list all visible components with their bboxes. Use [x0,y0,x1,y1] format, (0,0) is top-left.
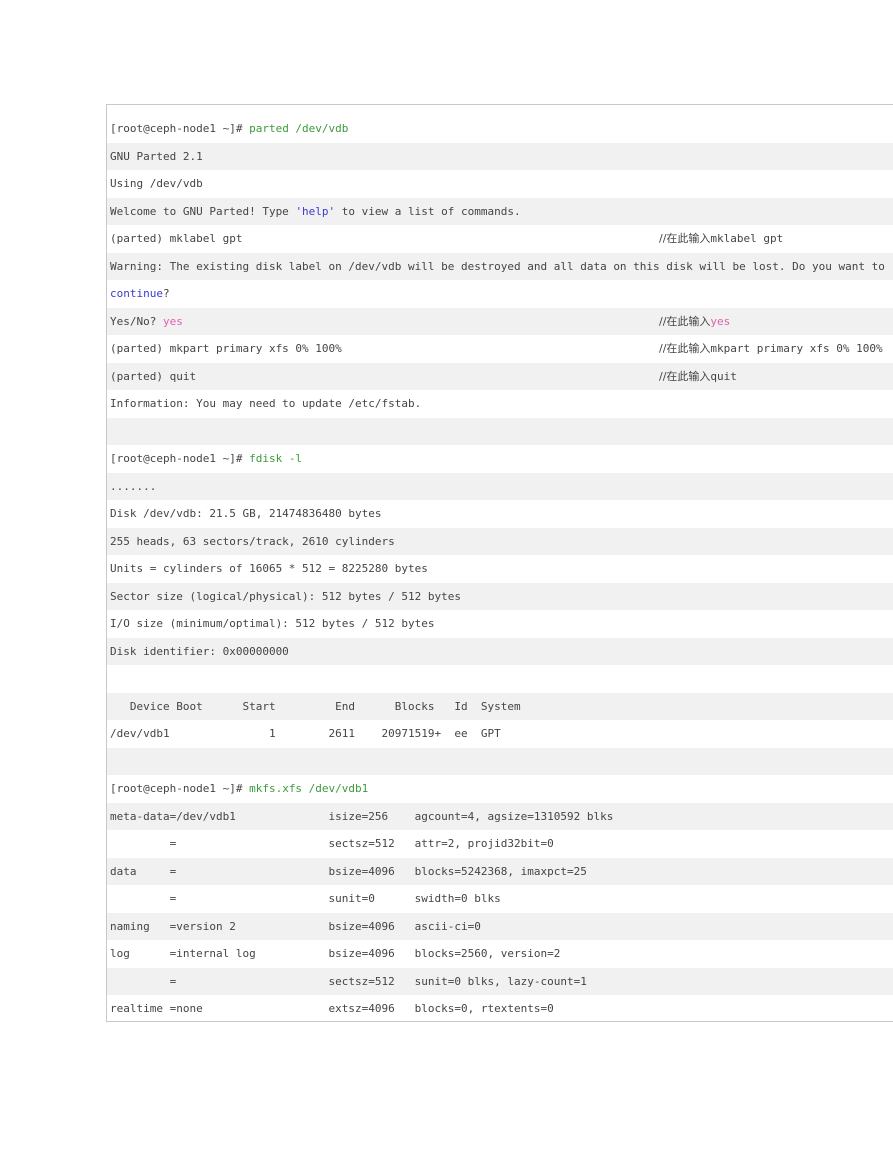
output-text: Using /dev/vdb [110,177,203,190]
comment-command: mklabel gpt [710,232,784,245]
answer-yes: yes [162,314,183,328]
shell-command: parted /dev/vdb [249,122,349,135]
output-text: 255 heads, 63 sectors/track, 2610 cylind… [110,534,395,548]
output-text: realtime =none extsz=4096 blocks=0, rtex… [110,1002,554,1015]
code-line-parted-version: GNU Parted 2.1 [107,142,893,170]
code-line-mkfs-output: meta-data=/dev/vdb1 isize=256 agcount=4,… [107,802,893,830]
output-text: = sectsz=512 sunit=0 blks, lazy-count=1 [110,974,587,988]
output-text: Disk identifier: 0x00000000 [110,644,289,658]
shell-command: mkfs.xfs /dev/vdb1 [249,782,369,795]
code-line-mkfs-output: realtime =none extsz=4096 blocks=0, rtex… [107,995,893,1021]
output-text: meta-data=/dev/vdb1 isize=256 agcount=4,… [110,809,614,823]
code-line-table-row: /dev/vdb1 1 2611 20971519+ ee GPT [107,720,893,748]
code-line-using: Using /dev/vdb [107,170,893,198]
output-text: = sectsz=512 attr=2, projid32bit=0 [110,837,554,850]
output-text: Sector size (logical/physical): 512 byte… [110,589,461,603]
code-line-mkpart: (parted) mkpart primary xfs 0% 100% //在此输… [107,335,893,363]
code-line-sector-size: Sector size (logical/physical): 512 byte… [107,582,893,610]
code-comment: //在此输入yes [659,308,730,336]
code-comment: //在此输入quit [659,363,737,391]
output-text: GNU Parted 2.1 [110,149,203,163]
output-text: Warning: The existing disk label on /dev… [110,259,885,273]
code-line-ellipsis: ....... [107,472,893,500]
code-line-disk: Disk /dev/vdb: 21.5 GB, 21474836480 byte… [107,500,893,528]
comment-label: //在此输入 [659,232,711,245]
shell-prompt: [root@ceph-node1 ~]# [110,782,250,795]
code-line-yesno: Yes/No? yes//在此输入yes [107,307,893,336]
output-text: I/O size (minimum/optimal): 512 bytes / … [110,617,435,630]
output-text: ? [162,287,170,300]
shell-prompt: [root@ceph-node1 ~]# [110,122,250,135]
code-line-mkfs-output: naming =version 2 bsize=4096 ascii-ci=0 [107,912,893,940]
output-text: to view a list of commands. [335,204,521,218]
shell-command: fdisk -l [249,452,303,465]
code-comment: //在此输入mkpart primary xfs 0% 100% [659,335,883,363]
code-line-warning: Warning: The existing disk label on /dev… [107,252,893,280]
code-line-units: Units = cylinders of 16065 * 512 = 82252… [107,555,893,583]
code-line-identifier: Disk identifier: 0x00000000 [107,637,893,665]
comment-command: quit [710,369,737,383]
code-line-parted-command: [root@ceph-node1 ~]# parted /dev/vdb [107,115,893,143]
comment-label: //在此输入 [659,369,711,383]
parted-input: (parted) quit [110,369,197,383]
code-line-mkfs-command: [root@ceph-node1 ~]# mkfs.xfs /dev/vdb1 [107,775,893,803]
partition-table-row: /dev/vdb1 1 2611 20971519+ ee GPT [110,727,501,740]
output-text: naming =version 2 bsize=4096 ascii-ci=0 [110,919,481,933]
help-string: 'help' [295,204,336,218]
code-line-geometry: 255 heads, 63 sectors/track, 2610 cylind… [107,527,893,555]
code-line-table-header: Device Boot Start End Blocks Id System [107,692,893,720]
code-line-mklabel: (parted) mklabel gpt //在此输入mklabel gpt [107,225,893,253]
comment-command: yes [710,314,731,328]
code-line-mkfs-output: log =internal log bsize=4096 blocks=2560… [107,940,893,968]
code-line-mkfs-output: = sunit=0 swidth=0 blks [107,885,893,913]
code-block: [root@ceph-node1 ~]# parted /dev/vdb GNU… [106,104,893,1022]
code-line-welcome: Welcome to GNU Parted! Type 'help' to vi… [107,197,893,225]
output-text: Welcome to GNU Parted! Type [110,204,296,218]
output-text: Information: You may need to update /etc… [110,397,422,410]
output-text: data = bsize=4096 blocks=5242368, imaxpc… [110,864,587,878]
comment-label: //在此输入 [659,342,711,355]
code-line-io-size: I/O size (minimum/optimal): 512 bytes / … [107,610,893,638]
comment-label: //在此输入 [659,314,711,328]
parted-input: (parted) mklabel gpt [110,232,243,245]
code-line-mkfs-output: = sectsz=512 attr=2, projid32bit=0 [107,830,893,858]
code-line-fdisk-command: [root@ceph-node1 ~]# fdisk -l [107,445,893,473]
code-line-continue: continue? [107,280,893,308]
parted-input: (parted) mkpart primary xfs 0% 100% [110,342,342,355]
output-text: Units = cylinders of 16065 * 512 = 82252… [110,562,428,575]
code-line-mkfs-output: = sectsz=512 sunit=0 blks, lazy-count=1 [107,967,893,995]
shell-prompt: [root@ceph-node1 ~]# [110,452,250,465]
comment-command: mkpart primary xfs 0% 100% [710,342,883,355]
code-line-mkfs-output: data = bsize=4096 blocks=5242368, imaxpc… [107,857,893,885]
output-text: log =internal log bsize=4096 blocks=2560… [110,947,561,960]
code-comment: //在此输入mklabel gpt [659,225,783,253]
code-line-quit: (parted) quit //在此输入quit [107,362,893,391]
code-line-blank [107,747,893,775]
partition-table-header: Device Boot Start End Blocks Id System [110,699,521,713]
output-text: Disk /dev/vdb: 21.5 GB, 21474836480 byte… [110,507,382,520]
code-line-blank [107,417,893,445]
output-text: = sunit=0 swidth=0 blks [110,892,501,905]
code-line-information: Information: You may need to update /etc… [107,390,893,418]
output-text: ....... [110,479,157,493]
keyword-continue: continue [110,287,163,300]
output-text: Yes/No? [110,314,163,328]
